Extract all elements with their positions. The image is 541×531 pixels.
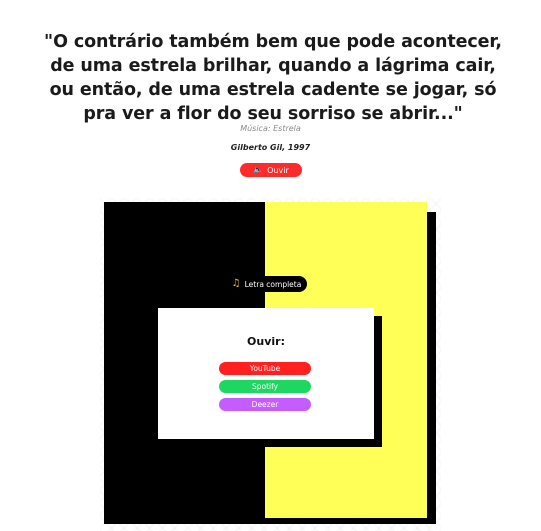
quote-text: "O contrário também bem que pode acontec…	[44, 32, 502, 124]
panel-shadow-right	[427, 212, 436, 518]
listen-button[interactable]: 🔈 Ouvir	[240, 163, 302, 177]
song-author: Gilberto Gil, 1997	[230, 143, 311, 152]
lyrics-button[interactable]: ♫ Letra completa	[226, 276, 307, 292]
youtube-button[interactable]: YouTube	[219, 362, 311, 375]
deezer-button[interactable]: Deezer	[219, 398, 311, 411]
music-note-icon: ♫	[231, 278, 241, 289]
listen-modal: Ouvir: YouTube Spotify Deezer	[158, 308, 374, 439]
song-title: Música: Estrela	[240, 124, 301, 133]
lyrics-button-label: Letra completa	[244, 279, 302, 289]
spotify-button[interactable]: Spotify	[219, 380, 311, 393]
listen-button-label: Ouvir	[267, 165, 289, 175]
panel-shadow-bottom	[104, 518, 436, 524]
speaker-icon: 🔈	[253, 165, 264, 174]
modal-title: Ouvir:	[247, 335, 285, 348]
